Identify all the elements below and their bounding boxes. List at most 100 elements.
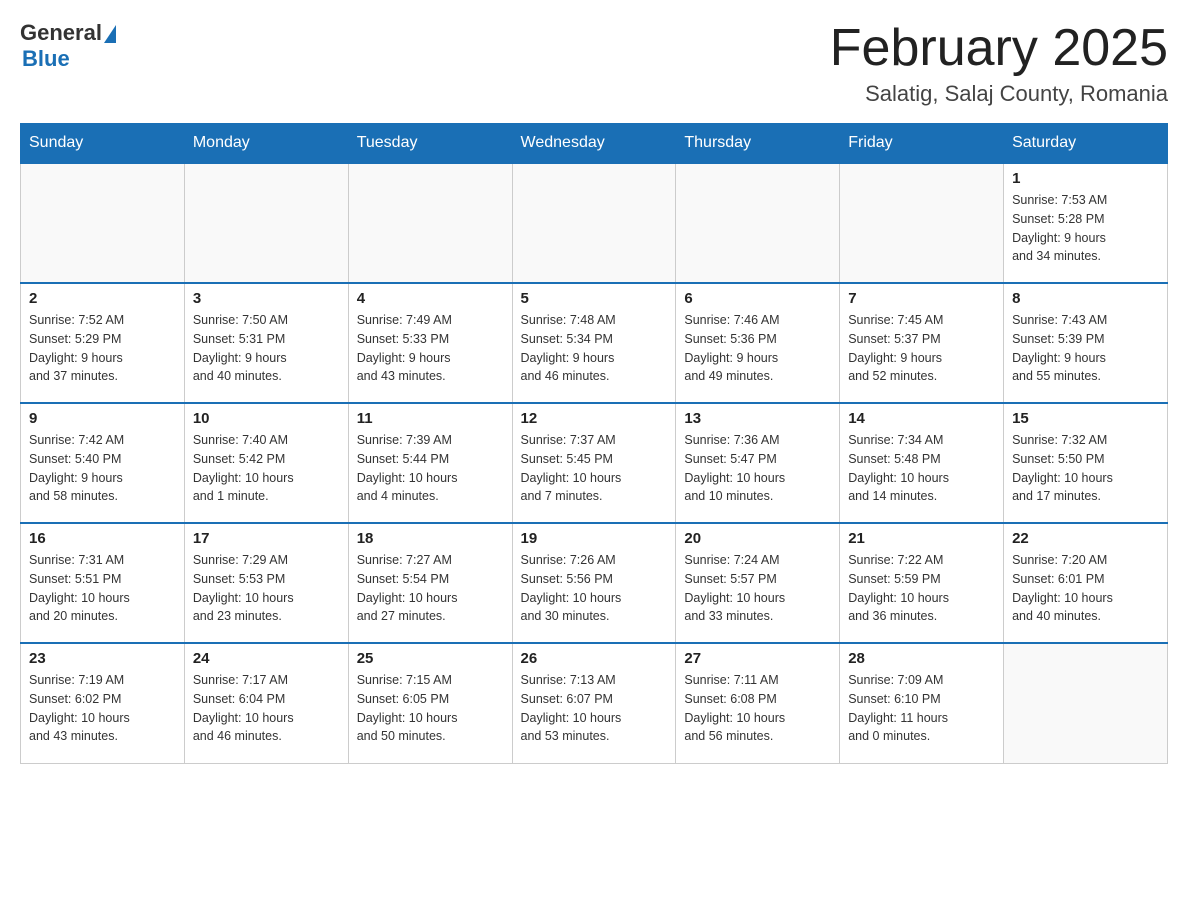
- day-info: Sunrise: 7:50 AM Sunset: 5:31 PM Dayligh…: [193, 311, 340, 386]
- calendar-cell: 10 Sunrise: 7:40 AM Sunset: 5:42 PM Dayli…: [184, 403, 348, 523]
- day-number: 9: [29, 410, 176, 427]
- day-info: Sunrise: 7:45 AM Sunset: 5:37 PM Dayligh…: [848, 311, 995, 386]
- calendar-cell: 21 Sunrise: 7:22 AM Sunset: 5:59 PM Dayli…: [840, 523, 1004, 643]
- calendar-cell: 15Sunrise: 7:32 AM Sunset: 5:50 PM Dayli…: [1004, 403, 1168, 523]
- day-number: 11: [357, 410, 504, 427]
- day-info: Sunrise: 7:19 AM Sunset: 6:02 PM Dayligh…: [29, 671, 176, 746]
- location: Salatig, Salaj County, Romania: [830, 81, 1168, 107]
- day-info: Sunrise: 7:15 AM Sunset: 6:05 PM Dayligh…: [357, 671, 504, 746]
- day-number: 17: [193, 530, 340, 547]
- calendar-week-row: 1 Sunrise: 7:53 AM Sunset: 5:28 PM Daylig…: [21, 163, 1168, 283]
- calendar-cell: 11 Sunrise: 7:39 AM Sunset: 5:44 PM Dayli…: [348, 403, 512, 523]
- day-info: Sunrise: 7:53 AM Sunset: 5:28 PM Dayligh…: [1012, 191, 1159, 266]
- month-title: February 2025: [830, 20, 1168, 77]
- day-number: 1: [1012, 170, 1159, 187]
- calendar-week-row: 9 Sunrise: 7:42 AM Sunset: 5:40 PM Daylig…: [21, 403, 1168, 523]
- day-number: 22: [1012, 530, 1159, 547]
- calendar-cell: 28Sunrise: 7:09 AM Sunset: 6:10 PM Dayli…: [840, 643, 1004, 763]
- day-info: Sunrise: 7:49 AM Sunset: 5:33 PM Dayligh…: [357, 311, 504, 386]
- day-info: Sunrise: 7:42 AM Sunset: 5:40 PM Dayligh…: [29, 431, 176, 506]
- day-number: 7: [848, 290, 995, 307]
- calendar-cell: 24 Sunrise: 7:17 AM Sunset: 6:04 PM Dayli…: [184, 643, 348, 763]
- calendar-cell: 6 Sunrise: 7:46 AM Sunset: 5:36 PM Daylig…: [676, 283, 840, 403]
- calendar-header-row: SundayMondayTuesdayWednesdayThursdayFrid…: [21, 124, 1168, 164]
- weekday-header-sunday: Sunday: [21, 124, 185, 164]
- weekday-header-thursday: Thursday: [676, 124, 840, 164]
- calendar-week-row: 16 Sunrise: 7:31 AM Sunset: 5:51 PM Dayli…: [21, 523, 1168, 643]
- day-number: 18: [357, 530, 504, 547]
- page-header: General Blue February 2025 Salatig, Sala…: [20, 20, 1168, 107]
- day-number: 16: [29, 530, 176, 547]
- calendar-cell: [676, 163, 840, 283]
- calendar-cell: 17 Sunrise: 7:29 AM Sunset: 5:53 PM Dayli…: [184, 523, 348, 643]
- calendar-cell: 8 Sunrise: 7:43 AM Sunset: 5:39 PM Daylig…: [1004, 283, 1168, 403]
- day-info: Sunrise: 7:20 AM Sunset: 6:01 PM Dayligh…: [1012, 551, 1159, 626]
- calendar-cell: 26 Sunrise: 7:13 AM Sunset: 6:07 PM Dayli…: [512, 643, 676, 763]
- calendar-table: SundayMondayTuesdayWednesdayThursdayFrid…: [20, 123, 1168, 764]
- logo-text-blue: Blue: [22, 46, 116, 72]
- day-info: Sunrise: 7:22 AM Sunset: 5:59 PM Dayligh…: [848, 551, 995, 626]
- calendar-cell: 7 Sunrise: 7:45 AM Sunset: 5:37 PM Daylig…: [840, 283, 1004, 403]
- calendar-cell: 3 Sunrise: 7:50 AM Sunset: 5:31 PM Daylig…: [184, 283, 348, 403]
- day-info: Sunrise: 7:52 AM Sunset: 5:29 PM Dayligh…: [29, 311, 176, 386]
- calendar-cell: [840, 163, 1004, 283]
- calendar-week-row: 23 Sunrise: 7:19 AM Sunset: 6:02 PM Dayli…: [21, 643, 1168, 763]
- day-number: 25: [357, 650, 504, 667]
- day-number: 14: [848, 410, 995, 427]
- calendar-cell: 14Sunrise: 7:34 AM Sunset: 5:48 PM Dayli…: [840, 403, 1004, 523]
- calendar-cell: 27 Sunrise: 7:11 AM Sunset: 6:08 PM Dayli…: [676, 643, 840, 763]
- day-number: 13: [684, 410, 831, 427]
- day-info: Sunrise: 7:13 AM Sunset: 6:07 PM Dayligh…: [521, 671, 668, 746]
- calendar-week-row: 2 Sunrise: 7:52 AM Sunset: 5:29 PM Daylig…: [21, 283, 1168, 403]
- weekday-header-friday: Friday: [840, 124, 1004, 164]
- day-number: 21: [848, 530, 995, 547]
- day-info: Sunrise: 7:37 AM Sunset: 5:45 PM Dayligh…: [521, 431, 668, 506]
- calendar-cell: 1 Sunrise: 7:53 AM Sunset: 5:28 PM Daylig…: [1004, 163, 1168, 283]
- day-info: Sunrise: 7:39 AM Sunset: 5:44 PM Dayligh…: [357, 431, 504, 506]
- weekday-header-saturday: Saturday: [1004, 124, 1168, 164]
- day-number: 19: [521, 530, 668, 547]
- calendar-cell: [1004, 643, 1168, 763]
- day-number: 15: [1012, 410, 1159, 427]
- day-number: 4: [357, 290, 504, 307]
- day-number: 2: [29, 290, 176, 307]
- calendar-cell: 16 Sunrise: 7:31 AM Sunset: 5:51 PM Dayli…: [21, 523, 185, 643]
- day-number: 8: [1012, 290, 1159, 307]
- calendar-cell: [184, 163, 348, 283]
- day-info: Sunrise: 7:36 AM Sunset: 5:47 PM Dayligh…: [684, 431, 831, 506]
- day-number: 10: [193, 410, 340, 427]
- title-block: February 2025 Salatig, Salaj County, Rom…: [830, 20, 1168, 107]
- day-number: 28: [848, 650, 995, 667]
- calendar-cell: 19Sunrise: 7:26 AM Sunset: 5:56 PM Dayli…: [512, 523, 676, 643]
- day-number: 5: [521, 290, 668, 307]
- day-number: 26: [521, 650, 668, 667]
- day-number: 6: [684, 290, 831, 307]
- day-number: 3: [193, 290, 340, 307]
- calendar-cell: 2 Sunrise: 7:52 AM Sunset: 5:29 PM Daylig…: [21, 283, 185, 403]
- calendar-cell: [21, 163, 185, 283]
- day-number: 23: [29, 650, 176, 667]
- weekday-header-tuesday: Tuesday: [348, 124, 512, 164]
- logo-triangle-icon: [104, 25, 116, 43]
- weekday-header-wednesday: Wednesday: [512, 124, 676, 164]
- calendar-cell: 20Sunrise: 7:24 AM Sunset: 5:57 PM Dayli…: [676, 523, 840, 643]
- calendar-cell: 9 Sunrise: 7:42 AM Sunset: 5:40 PM Daylig…: [21, 403, 185, 523]
- weekday-header-monday: Monday: [184, 124, 348, 164]
- logo: General Blue: [20, 20, 116, 72]
- calendar-cell: [348, 163, 512, 283]
- day-info: Sunrise: 7:29 AM Sunset: 5:53 PM Dayligh…: [193, 551, 340, 626]
- calendar-cell: 25 Sunrise: 7:15 AM Sunset: 6:05 PM Dayli…: [348, 643, 512, 763]
- logo-text-general: General: [20, 20, 102, 46]
- day-number: 27: [684, 650, 831, 667]
- day-number: 24: [193, 650, 340, 667]
- day-info: Sunrise: 7:40 AM Sunset: 5:42 PM Dayligh…: [193, 431, 340, 506]
- day-number: 20: [684, 530, 831, 547]
- day-info: Sunrise: 7:17 AM Sunset: 6:04 PM Dayligh…: [193, 671, 340, 746]
- day-info: Sunrise: 7:31 AM Sunset: 5:51 PM Dayligh…: [29, 551, 176, 626]
- day-info: Sunrise: 7:11 AM Sunset: 6:08 PM Dayligh…: [684, 671, 831, 746]
- calendar-cell: 4 Sunrise: 7:49 AM Sunset: 5:33 PM Daylig…: [348, 283, 512, 403]
- day-info: Sunrise: 7:46 AM Sunset: 5:36 PM Dayligh…: [684, 311, 831, 386]
- calendar-cell: 13 Sunrise: 7:36 AM Sunset: 5:47 PM Dayli…: [676, 403, 840, 523]
- day-info: Sunrise: 7:43 AM Sunset: 5:39 PM Dayligh…: [1012, 311, 1159, 386]
- calendar-cell: 23 Sunrise: 7:19 AM Sunset: 6:02 PM Dayli…: [21, 643, 185, 763]
